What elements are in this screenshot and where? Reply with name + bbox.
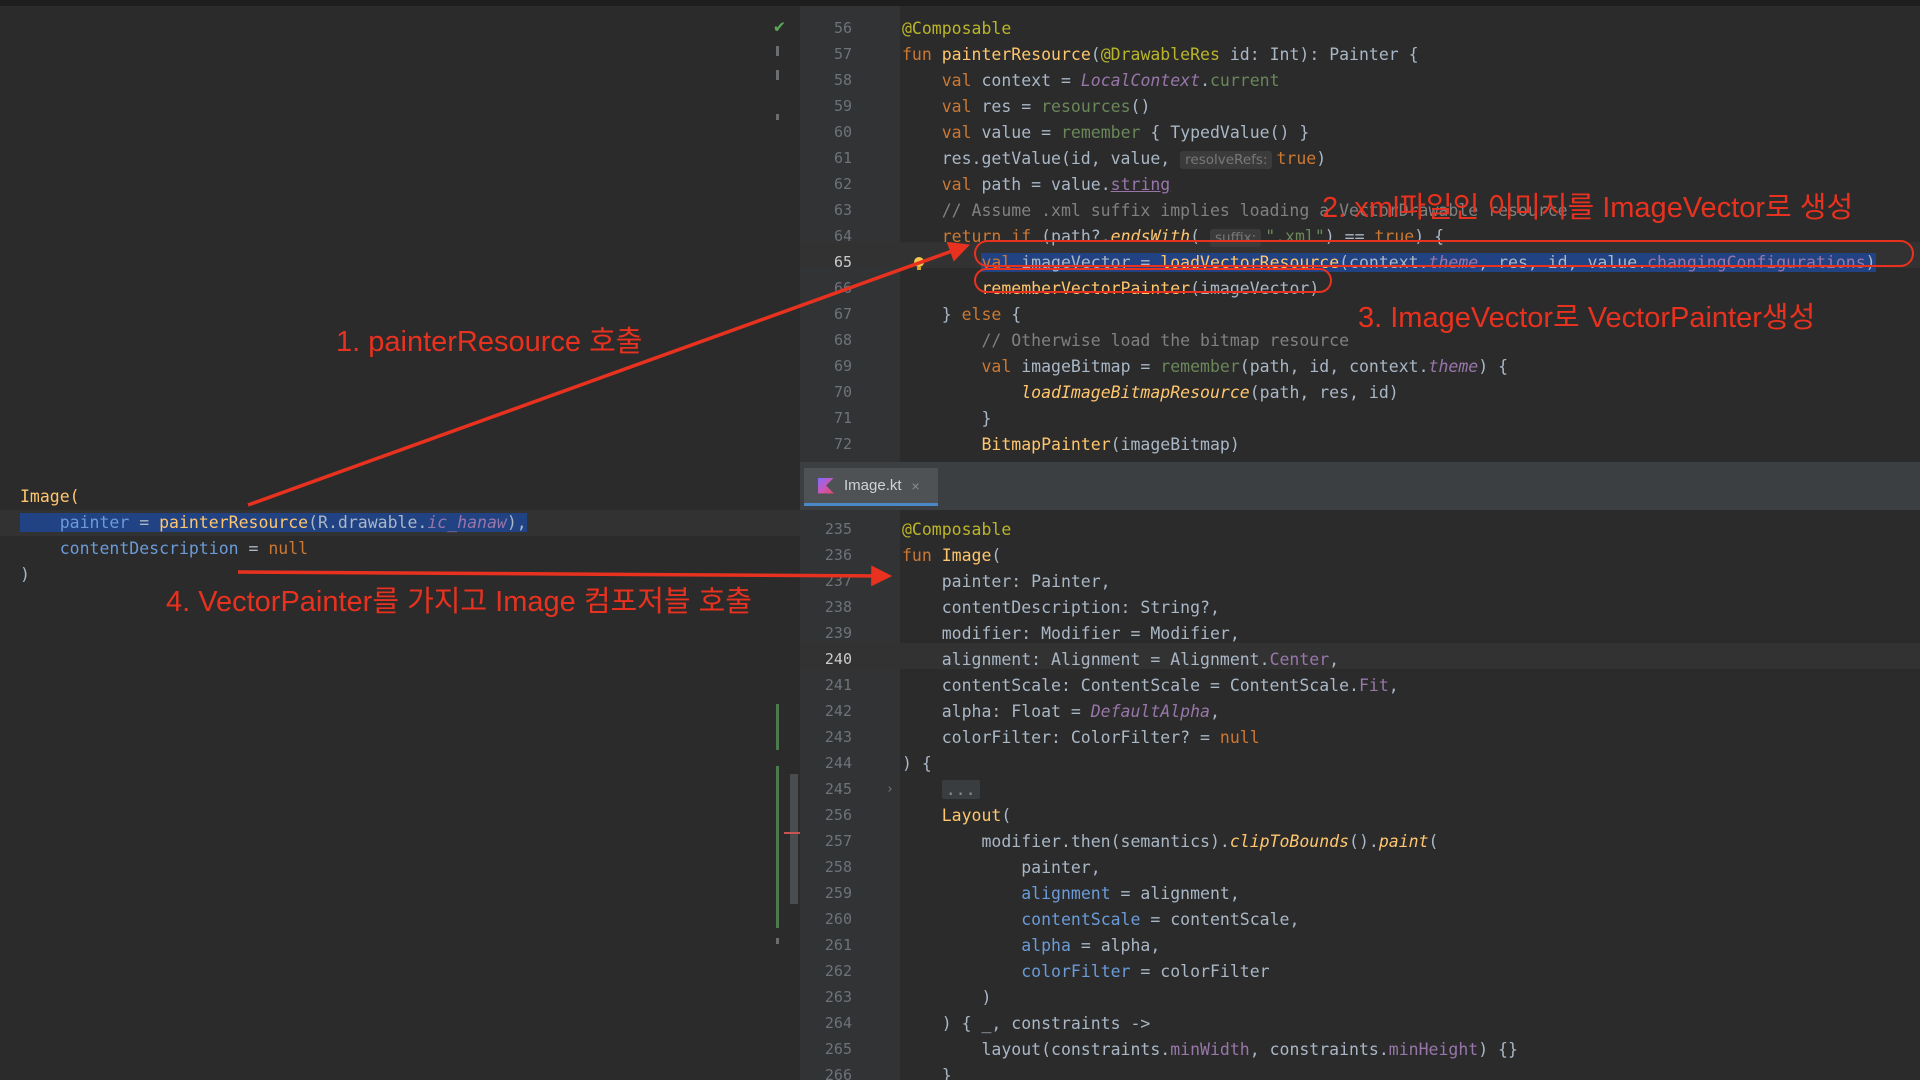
annotation-arrows [237,241,970,587]
arrow-step-1 [247,241,970,507]
arrow-step-4 [237,565,893,587]
